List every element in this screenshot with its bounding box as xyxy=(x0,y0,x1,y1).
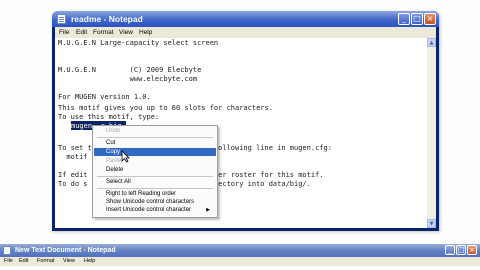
second-notepad-icon[interactable] xyxy=(3,246,11,255)
menu-separator xyxy=(97,188,213,189)
maximize-button[interactable]: □ xyxy=(411,13,423,25)
text-line: M.U.G.E.N (C) 2009 Elecbyte xyxy=(58,66,202,74)
text-line: To use this motif, type: xyxy=(58,113,160,121)
second-menu-file[interactable]: File xyxy=(4,257,13,266)
close-button[interactable]: × xyxy=(424,13,436,25)
menu-edit[interactable]: Edit xyxy=(76,27,87,38)
window-title: readme - Notepad xyxy=(71,14,143,24)
context-item-rtl-order[interactable]: Right to left Reading order xyxy=(94,190,216,198)
second-title-bar[interactable]: New Text Document - Notepad _ □ × xyxy=(0,244,480,257)
vertical-scrollbar[interactable]: ▲ ▼ xyxy=(427,38,436,228)
menu-file[interactable]: File xyxy=(59,27,69,38)
second-text-editor[interactable] xyxy=(0,266,480,270)
second-notepad-window: New Text Document - Notepad _ □ × File E… xyxy=(0,244,480,270)
text-line: motif xyxy=(58,153,88,161)
text-line: M.U.G.E.N Large-capacity select screen xyxy=(58,39,219,47)
text-line: For MUGEN version 1.0. xyxy=(58,93,151,101)
second-menu-format[interactable]: Format xyxy=(37,257,54,266)
context-item-undo[interactable]: Undo xyxy=(94,127,216,135)
context-menu: Undo Cut Copy Paste Delete Select All Ri… xyxy=(92,125,218,218)
second-menu-view[interactable]: View xyxy=(63,257,75,266)
second-menu-bar: File Edit Format View Help xyxy=(0,257,480,266)
menu-format[interactable]: Format xyxy=(93,27,114,38)
context-item-show-unicode[interactable]: Show Unicode control characters xyxy=(94,198,216,206)
second-menu-edit[interactable]: Edit xyxy=(19,257,28,266)
text-line: This motif gives you up to 60 slots for … xyxy=(58,104,273,112)
context-item-delete[interactable]: Delete xyxy=(94,166,216,174)
context-item-paste[interactable]: Paste xyxy=(94,157,216,165)
menu-separator xyxy=(97,176,213,177)
second-minimize-button[interactable]: _ xyxy=(445,245,455,255)
title-bar[interactable]: readme - Notepad _ □ × xyxy=(52,11,439,27)
notepad-icon[interactable] xyxy=(57,14,66,24)
text-line: www.elecbyte.com xyxy=(58,75,198,83)
minimize-button[interactable]: _ xyxy=(398,13,410,25)
menu-help[interactable]: Help xyxy=(139,27,152,38)
submenu-arrow-icon: ▶ xyxy=(206,207,210,213)
menu-view[interactable]: View xyxy=(119,27,133,38)
context-item-copy[interactable]: Copy xyxy=(94,148,216,156)
context-item-select-all[interactable]: Select All xyxy=(94,178,216,186)
second-window-title: New Text Document - Notepad xyxy=(15,247,116,254)
context-item-cut[interactable]: Cut xyxy=(94,139,216,147)
second-maximize-button[interactable]: □ xyxy=(456,245,466,255)
context-item-insert-unicode[interactable]: Insert Unicode control character ▶ xyxy=(94,206,216,214)
menu-bar: File Edit Format View Help xyxy=(55,27,436,38)
second-close-button[interactable]: × xyxy=(467,245,477,255)
menu-separator xyxy=(97,137,213,138)
scroll-up-icon[interactable]: ▲ xyxy=(427,38,436,47)
mouse-pointer-icon xyxy=(121,150,130,163)
second-menu-help[interactable]: Help xyxy=(84,257,95,266)
scroll-down-icon[interactable]: ▼ xyxy=(427,219,436,228)
